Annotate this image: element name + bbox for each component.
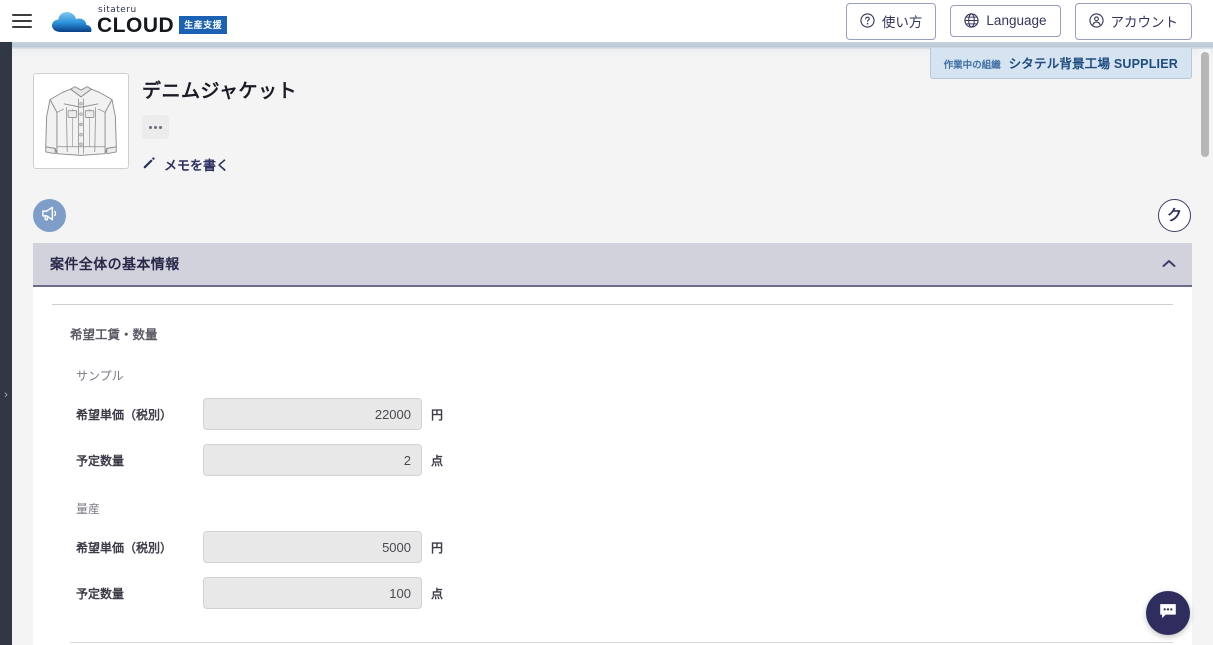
collapsed-sidebar[interactable]: › xyxy=(0,42,12,645)
sample-unit-price-input[interactable] xyxy=(203,398,422,430)
page-scroll-container: デニムジャケット メモを書く ク 案件全体の基本情報 希望工賃・数量 サンプル … xyxy=(12,49,1213,645)
app-logo[interactable]: sitateru CLOUD 生産支援 xyxy=(52,6,228,38)
user-circle-icon xyxy=(1088,13,1104,28)
language-button-label: Language xyxy=(986,13,1047,28)
field-row-mass-quantity: 予定数量 点 xyxy=(52,563,1173,609)
chat-bubble-icon xyxy=(1157,600,1179,627)
write-memo-label: メモを書く xyxy=(164,158,230,173)
section-title: 案件全体の基本情報 xyxy=(50,256,180,272)
field-row-mass-unit-price: 希望単価（税別） 円 xyxy=(52,517,1173,563)
org-badge-prefix: 作業中の組織 xyxy=(943,60,1001,71)
action-icon-row: ク xyxy=(12,191,1213,243)
write-memo-link[interactable]: メモを書く xyxy=(142,155,297,174)
chevron-right-icon[interactable]: › xyxy=(1,388,11,402)
sample-unit-price-unit: 円 xyxy=(431,407,444,422)
mass-quantity-unit: 点 xyxy=(431,586,444,601)
field-label-sample-unit-price: 希望単価（税別） xyxy=(76,407,173,422)
logo-badge: 生産支援 xyxy=(179,16,228,34)
product-thumbnail[interactable] xyxy=(33,73,129,169)
field-row-sample-unit-price: 希望単価（税別） 円 xyxy=(52,384,1173,430)
mass-unit-price-unit: 円 xyxy=(431,540,444,555)
account-button[interactable]: アカウント xyxy=(1074,2,1192,40)
pencil-icon xyxy=(142,156,156,173)
field-label-mass-unit-price: 希望単価（税別） xyxy=(76,540,173,555)
basic-info-card: 案件全体の基本情報 希望工賃・数量 サンプル 希望単価（税別） 円 予定数量 xyxy=(33,243,1192,645)
katakana-badge-button[interactable]: ク xyxy=(1158,199,1191,232)
product-more-options-button[interactable] xyxy=(142,115,169,139)
basic-info-card-header[interactable]: 案件全体の基本情報 xyxy=(33,243,1192,287)
cloud-icon xyxy=(52,10,92,36)
basic-info-card-body: 希望工賃・数量 サンプル 希望単価（税別） 円 予定数量 点 量産 xyxy=(33,287,1192,645)
globe-icon xyxy=(964,13,980,28)
block-mass-production: 量産 希望単価（税別） 円 予定数量 点 xyxy=(52,476,1173,609)
chevron-up-icon[interactable] xyxy=(1162,255,1176,273)
announcement-button[interactable] xyxy=(33,199,66,232)
page-title: デニムジャケット xyxy=(142,81,298,102)
sample-quantity-input[interactable] xyxy=(203,444,422,476)
mass-unit-price-input[interactable] xyxy=(203,531,422,563)
mass-quantity-input[interactable] xyxy=(203,577,422,609)
language-button[interactable]: Language xyxy=(950,5,1061,37)
active-organization-badge: 作業中の組織 シタテル背景工場 SUPPLIER xyxy=(929,48,1192,79)
product-info: デニムジャケット メモを書く xyxy=(142,73,297,174)
help-button[interactable]: 使い方 xyxy=(845,2,937,40)
katakana-badge-label: ク xyxy=(1166,207,1182,224)
vertical-scrollbar-thumb[interactable] xyxy=(1201,52,1209,157)
block-label-sample: サンプル xyxy=(76,369,124,383)
chat-support-button[interactable] xyxy=(1146,591,1190,635)
block-label-mass-production: 量産 xyxy=(76,502,101,516)
megaphone-icon xyxy=(40,204,59,228)
top-header-bar: sitateru CLOUD 生産支援 使い方 Language アカウント xyxy=(0,0,1213,42)
org-badge-name: シタテル背景工場 SUPPLIER xyxy=(1008,57,1178,71)
logo-brand-main: CLOUD xyxy=(97,14,175,38)
sample-quantity-unit: 点 xyxy=(431,453,444,468)
field-label-mass-quantity: 予定数量 xyxy=(76,586,125,601)
account-button-label: アカウント xyxy=(1110,14,1179,30)
field-row-sample-quantity: 予定数量 点 xyxy=(52,430,1173,476)
help-button-label: 使い方 xyxy=(881,14,923,30)
question-circle-icon xyxy=(860,13,875,28)
field-label-sample-quantity: 予定数量 xyxy=(76,453,125,468)
group-title-wage-quantity: 希望工賃・数量 xyxy=(70,328,158,342)
vertical-scrollbar-track[interactable] xyxy=(1198,49,1211,645)
denim-jacket-illustration xyxy=(45,86,117,156)
block-sample: サンプル 希望単価（税別） 円 予定数量 点 xyxy=(52,343,1173,476)
hamburger-menu-icon[interactable] xyxy=(12,14,32,28)
header-actions: 使い方 Language アカウント xyxy=(845,2,1192,40)
